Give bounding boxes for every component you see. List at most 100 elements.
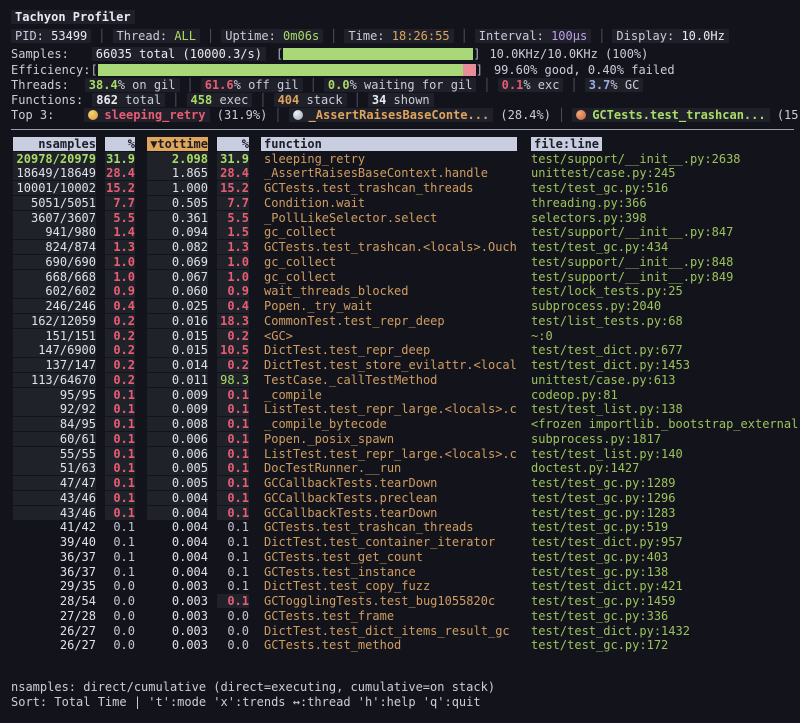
- cell-file-line: subprocess.py:2040: [531, 299, 800, 313]
- top3-items: sleeping_retry (31.9%)│_AssertRaisesBase…: [84, 108, 800, 122]
- cell-file-line: test/test_gc.py:516: [531, 181, 800, 195]
- cell-pct-cumulative: 0.1: [217, 432, 249, 446]
- separator: │: [98, 29, 105, 43]
- table-row: 28/54 0.0 0.003 0.1 GCTogglingTests.test…: [11, 594, 800, 609]
- separator: │: [570, 78, 577, 92]
- cell-function: GCTests.test_trashcan_threads: [261, 520, 517, 534]
- cell-file-line: unittest/case.py:245: [531, 166, 800, 180]
- cell-nsamples: 60/61: [13, 432, 96, 446]
- top3-function-name: _AssertRaisesBaseConte...: [309, 108, 490, 122]
- cell-nsamples: 39/40: [13, 535, 96, 549]
- table-row: 55/55 0.1 0.006 0.1 ListTest.test_repr_l…: [11, 446, 800, 461]
- cell-tottime: 0.069: [147, 255, 208, 269]
- cell-pct-cumulative: 0.1: [217, 417, 249, 431]
- cell-file-line: test/support/__init__.py:847: [531, 225, 800, 239]
- top3-percentage: (28.4%): [493, 108, 551, 122]
- cell-pct-cumulative: 0.1: [217, 388, 249, 402]
- cell-file-line: test/test_gc.py:434: [531, 240, 800, 254]
- table-row: 113/64670 0.2 0.011 98.3 TestCase._callT…: [11, 373, 800, 388]
- cell-pct-direct: 0.4: [105, 299, 135, 313]
- function-stat: 458 exec: [187, 93, 253, 107]
- thread-stat: 0.0% waiting for gil: [324, 78, 477, 92]
- top3-percentage: (31.9%): [210, 108, 268, 122]
- function-stat: 862 total: [92, 93, 165, 107]
- cell-function: DocTestRunner.__run: [261, 461, 517, 475]
- cell-pct-direct: 0.1: [105, 506, 135, 520]
- cell-pct-direct: 0.1: [105, 402, 135, 416]
- cell-file-line: test/test_gc.py:172: [531, 638, 800, 652]
- cell-pct-cumulative: 0.1: [217, 535, 249, 549]
- table-body: 20978/20979 31.9 2.098 31.9 sleeping_ret…: [11, 151, 800, 653]
- function-stat-unit: shown: [386, 93, 429, 107]
- cell-pct-cumulative: 0.1: [217, 565, 249, 579]
- cell-pct-cumulative: 0.2: [217, 329, 249, 343]
- cell-nsamples: 41/42: [13, 520, 96, 534]
- cell-nsamples: 941/980: [13, 225, 96, 239]
- cell-file-line: test/test_list.py:140: [531, 447, 800, 461]
- gold-medal-icon: [88, 110, 98, 120]
- cell-tottime: 0.004: [147, 506, 208, 520]
- cell-file-line: test/test_gc.py:1459: [531, 594, 800, 608]
- function-stat: 34 shown: [368, 93, 434, 107]
- cell-tottime: 0.003: [147, 609, 208, 623]
- cell-tottime: 2.098: [147, 152, 208, 166]
- table-row: 27/28 0.0 0.003 0.0 GCTests.test_frame t…: [11, 609, 800, 624]
- cell-pct-direct: 0.0: [105, 624, 135, 638]
- cell-pct-cumulative: 0.2: [217, 358, 249, 372]
- time-label: Time:: [348, 29, 384, 43]
- separator: │: [330, 29, 337, 43]
- thread-stat-value: 38.4: [89, 78, 118, 92]
- cell-file-line: selectors.py:398: [531, 211, 800, 225]
- thread-stat-value: 61.6: [205, 78, 234, 92]
- cell-pct-cumulative: 0.1: [217, 491, 249, 505]
- table-row: 36/37 0.1 0.004 0.1 GCTests.test_get_cou…: [11, 550, 800, 565]
- cell-function: _PollLikeSelector.select: [261, 211, 517, 225]
- table-row: 47/47 0.1 0.005 0.1 GCCallbackTests.tear…: [11, 476, 800, 491]
- functions-line: Functions: 862 total│458 exec│404 stack│…: [11, 93, 800, 108]
- cell-pct-cumulative: 0.0: [217, 624, 249, 638]
- cell-nsamples: 147/6900: [13, 343, 96, 357]
- cell-nsamples: 668/668: [13, 270, 96, 284]
- cell-function: Condition.wait: [261, 196, 517, 210]
- efficiency-line: Efficiency: [ ] 99.60% good, 0.40% faile…: [11, 62, 800, 78]
- cell-function: DictTest.test_container_iterator: [261, 535, 517, 549]
- cell-nsamples: 55/55: [13, 447, 96, 461]
- cell-file-line: test/test_dict.py:957: [531, 535, 800, 549]
- cell-file-line: test/test_gc.py:1283: [531, 506, 800, 520]
- cell-pct-cumulative: 0.1: [217, 594, 249, 608]
- table-row: 36/37 0.1 0.004 0.1 GCTests.test_instanc…: [11, 564, 800, 579]
- cell-nsamples: 162/12059: [13, 314, 96, 328]
- cell-nsamples: 137/147: [13, 358, 96, 372]
- column-header-file-line: file:line: [531, 137, 602, 151]
- cell-file-line: codeop.py:81: [531, 388, 800, 402]
- cell-nsamples: 43/46: [13, 491, 96, 505]
- cell-nsamples: 824/874: [13, 240, 96, 254]
- cell-pct-cumulative: 0.1: [217, 402, 249, 416]
- cell-nsamples: 92/92: [13, 402, 96, 416]
- cell-tottime: 0.003: [147, 638, 208, 652]
- cell-file-line: test/lock_tests.py:25: [531, 284, 800, 298]
- cell-tottime: 0.005: [147, 476, 208, 490]
- cell-nsamples: 18649/18649: [13, 166, 96, 180]
- cell-function: wait_threads_blocked: [261, 284, 517, 298]
- cell-pct-cumulative: 0.1: [217, 461, 249, 475]
- cell-tottime: 0.004: [147, 520, 208, 534]
- cell-tottime: 0.011: [147, 373, 208, 387]
- separator: │: [172, 93, 179, 107]
- table-row: 246/246 0.4 0.025 0.4 Popen._try_wait su…: [11, 299, 800, 314]
- cell-pct-cumulative: 0.1: [217, 550, 249, 564]
- cell-file-line: test/test_dict.py:1453: [531, 358, 800, 372]
- time-value: 18:26:55: [392, 29, 450, 43]
- top3-function-name: sleeping_retry: [104, 108, 205, 122]
- cell-nsamples: 28/54: [13, 594, 96, 608]
- thread-stat-unit: % waiting for gil: [350, 78, 473, 92]
- table-row: 162/12059 0.2 0.016 18.3 CommonTest.test…: [11, 314, 800, 329]
- cell-tottime: 0.009: [147, 402, 208, 416]
- separator: │: [598, 29, 605, 43]
- footer-keybindings-help: Sort: Total Time | 't':mode 'x':trends ↔…: [11, 695, 481, 709]
- table-row: 26/27 0.0 0.003 0.0 GCTests.test_method …: [11, 638, 800, 653]
- cell-pct-direct: 1.0: [105, 255, 135, 269]
- thread-stat-unit: % off gil: [234, 78, 299, 92]
- column-header-function: function: [261, 137, 517, 151]
- top3-function-name: GCTests.test_trashcan...: [592, 108, 765, 122]
